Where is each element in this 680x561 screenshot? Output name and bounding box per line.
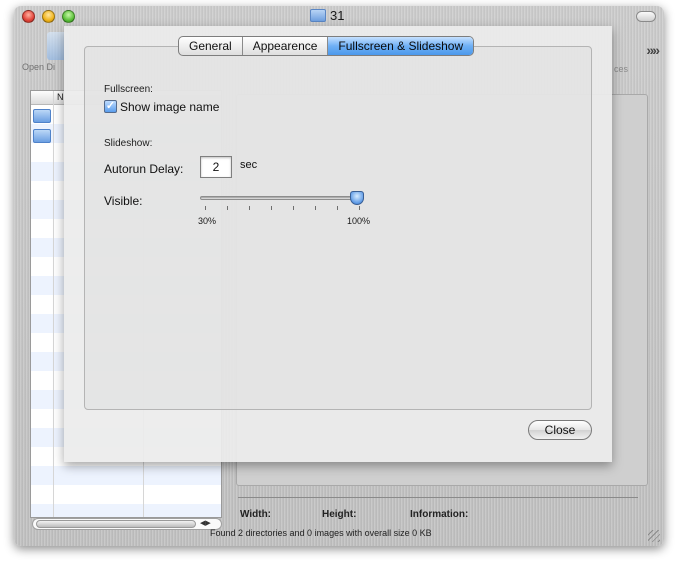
toolbar-right-label[interactable]: ces (614, 64, 628, 74)
tab-fullscreen-slideshow[interactable]: Fullscreen & Slideshow (328, 37, 474, 55)
resize-grip-icon[interactable] (648, 530, 660, 542)
height-label: Height: (322, 509, 357, 520)
list-item (31, 504, 221, 517)
autorun-delay-label: Autorun Delay: (104, 162, 184, 176)
slider-tick (205, 206, 206, 210)
horizontal-scrollbar[interactable] (32, 518, 222, 530)
window-title: 31 (310, 8, 344, 23)
close-button[interactable]: Close (528, 420, 592, 440)
information-label: Information: (410, 509, 469, 520)
show-image-name-label[interactable]: Show image name (120, 100, 219, 114)
fullscreen-section-label: Fullscreen: (104, 84, 153, 95)
status-bar: Found 2 directories and 0 images with ov… (210, 528, 432, 538)
slider-tick (227, 206, 228, 210)
scroll-arrows-icon[interactable]: ◀▶ (200, 519, 211, 527)
preferences-sheet: General Appearence Fullscreen & Slidesho… (64, 26, 612, 462)
visible-label: Visible: (104, 194, 143, 208)
window-title-text: 31 (330, 8, 345, 23)
minimize-window-button[interactable] (42, 10, 55, 23)
folder-icon (310, 9, 326, 22)
visible-slider-thumb[interactable] (350, 191, 364, 205)
list-item (31, 466, 221, 485)
slider-max-label: 100% (347, 216, 371, 226)
toolbar-open-label[interactable]: Open Di (22, 62, 55, 72)
checkmark-icon: ✓ (105, 100, 116, 112)
column-divider (53, 91, 54, 517)
slider-tick (315, 206, 316, 210)
toolbar-toggle-button[interactable] (636, 11, 656, 22)
slideshow-section-label: Slideshow: (104, 138, 153, 149)
list-item (31, 485, 221, 504)
slider-tick (337, 206, 338, 210)
width-label: Width: (240, 509, 272, 520)
tab-bar: General Appearence Fullscreen & Slidesho… (178, 36, 475, 56)
folder-icon (33, 129, 51, 143)
visible-slider-track[interactable] (200, 196, 364, 200)
slider-tick (271, 206, 272, 210)
autorun-delay-unit: sec (240, 159, 258, 171)
slider-tick (293, 206, 294, 210)
tab-general[interactable]: General (179, 37, 243, 55)
close-window-button[interactable] (22, 10, 35, 23)
show-image-name-checkbox[interactable]: ✓ (104, 100, 117, 113)
scrollbar-thumb[interactable] (36, 520, 196, 528)
slider-tick (359, 206, 360, 210)
autorun-delay-field[interactable] (200, 156, 232, 178)
title-bar: 31 (14, 6, 664, 28)
slider-min-label: 30% (198, 216, 217, 226)
folder-icon (33, 109, 51, 123)
toolbar-overflow-icon[interactable]: »» (646, 42, 660, 58)
tab-appearence[interactable]: Appearence (243, 37, 329, 55)
list-column-name[interactable]: N (57, 92, 64, 102)
zoom-window-button[interactable] (62, 10, 75, 23)
info-divider (238, 497, 638, 498)
slider-tick (249, 206, 250, 210)
